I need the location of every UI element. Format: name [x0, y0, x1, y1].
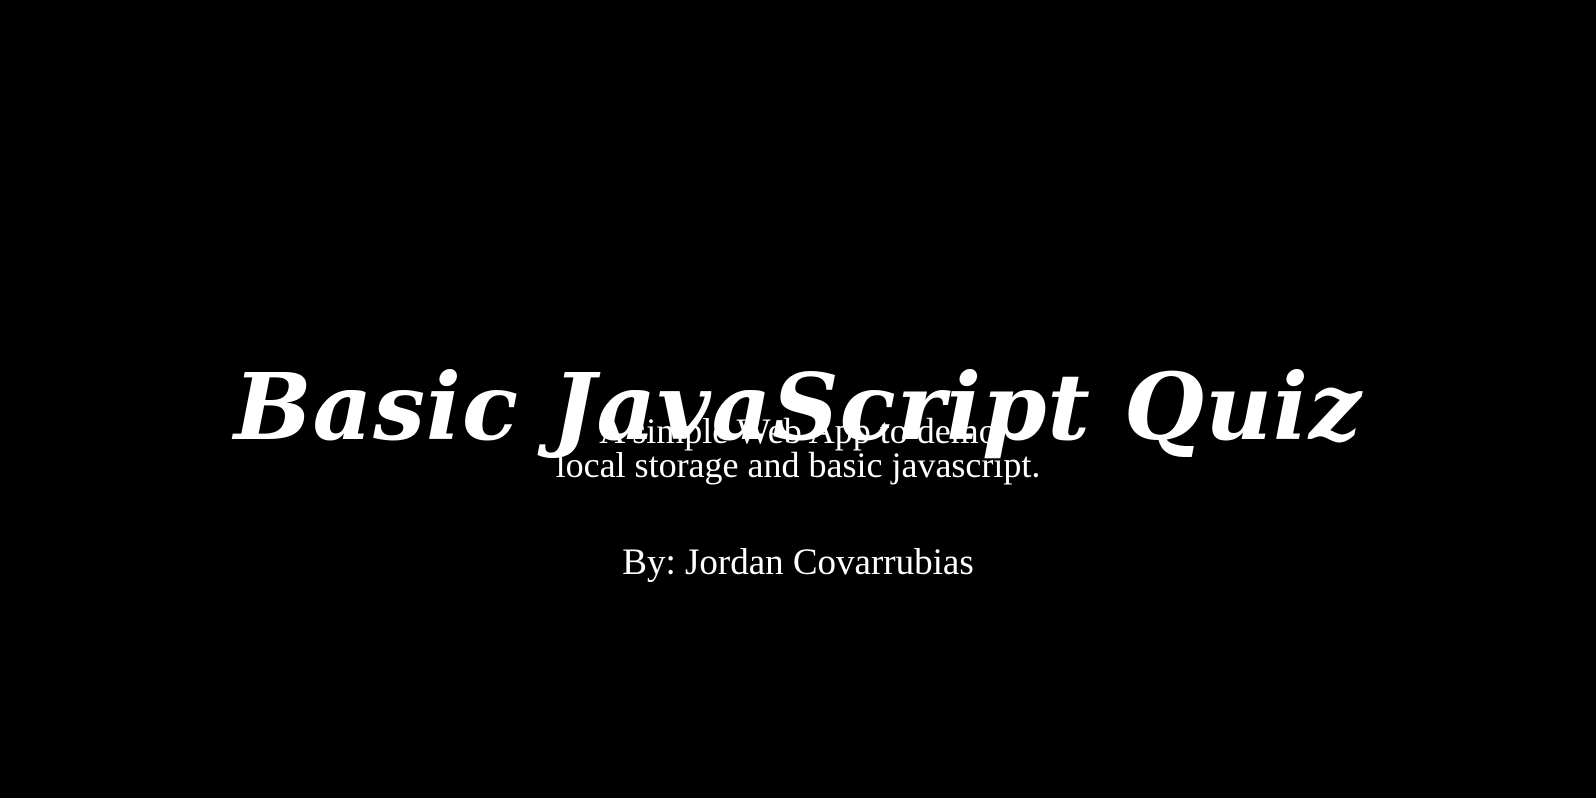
page-subtitle: A simple Web App to demo local storage a…: [0, 411, 1596, 485]
subtitle-line-2: local storage and basic javascript.: [555, 445, 1041, 485]
subtitle-line-1: A simple Web App to demo: [599, 411, 997, 451]
author-credit: By: Jordan Covarrubias: [622, 542, 974, 583]
landing-page: Basic JavaScript Quiz A simple Web App t…: [0, 0, 1596, 798]
